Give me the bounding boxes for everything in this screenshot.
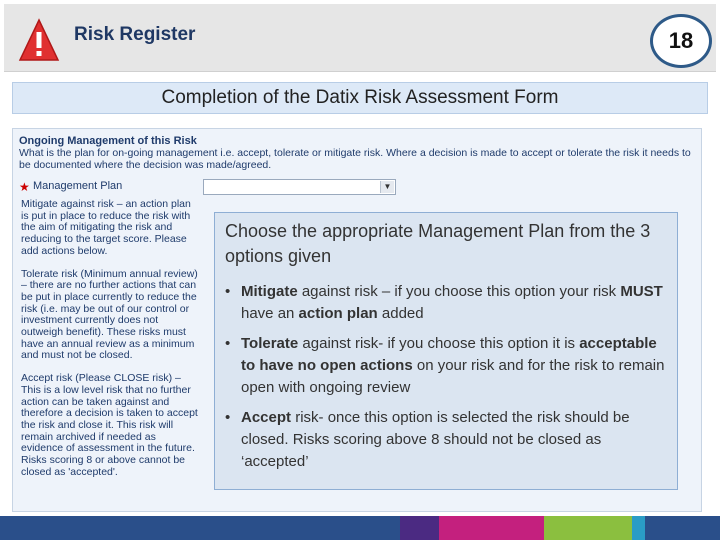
- help-text: Mitigate against risk – an action plan i…: [21, 198, 199, 489]
- bullet-mitigate: Mitigate against risk – if you choose th…: [225, 281, 669, 325]
- callout-intro: Choose the appropriate Management Plan f…: [225, 221, 651, 266]
- bullet-tolerate: Tolerate against risk- if you choose thi…: [225, 333, 669, 399]
- footer-color-strip: [0, 516, 720, 540]
- form-description: What is the plan for on-going management…: [19, 147, 691, 171]
- required-star-icon: ★: [19, 180, 30, 194]
- page-number-badge: 18: [650, 14, 712, 68]
- warning-triangle-icon: [18, 18, 60, 61]
- strip-segment: [399, 516, 440, 540]
- instruction-callout: Choose the appropriate Management Plan f…: [214, 212, 678, 490]
- app-title: Risk Register: [74, 24, 196, 45]
- strip-segment: [237, 516, 317, 540]
- management-plan-label: Management Plan: [33, 180, 123, 192]
- chevron-down-icon[interactable]: ▼: [380, 181, 394, 193]
- strip-segment: [544, 516, 633, 540]
- strip-segment: [0, 516, 80, 540]
- section-title: Completion of the Datix Risk Assessment …: [12, 82, 708, 114]
- header-bar: Risk Register 18: [4, 4, 716, 72]
- strip-segment: [645, 516, 720, 540]
- help-tolerate: Tolerate risk (Minimum annual review) – …: [21, 267, 198, 362]
- callout-bullets: Mitigate against risk – if you choose th…: [225, 281, 669, 473]
- help-mitigate: Mitigate against risk – an action plan i…: [21, 198, 191, 257]
- strip-segment: [79, 516, 159, 540]
- strip-segment: [632, 516, 646, 540]
- strip-segment: [316, 516, 400, 540]
- management-plan-select[interactable]: ▼: [203, 179, 396, 195]
- form-heading: Ongoing Management of this Risk: [19, 135, 197, 147]
- help-accept: Accept risk (Please CLOSE risk) – This i…: [21, 372, 198, 478]
- strip-segment: [439, 516, 545, 540]
- strip-segment: [158, 516, 238, 540]
- bullet-accept: Accept risk- once this option is selecte…: [225, 407, 669, 473]
